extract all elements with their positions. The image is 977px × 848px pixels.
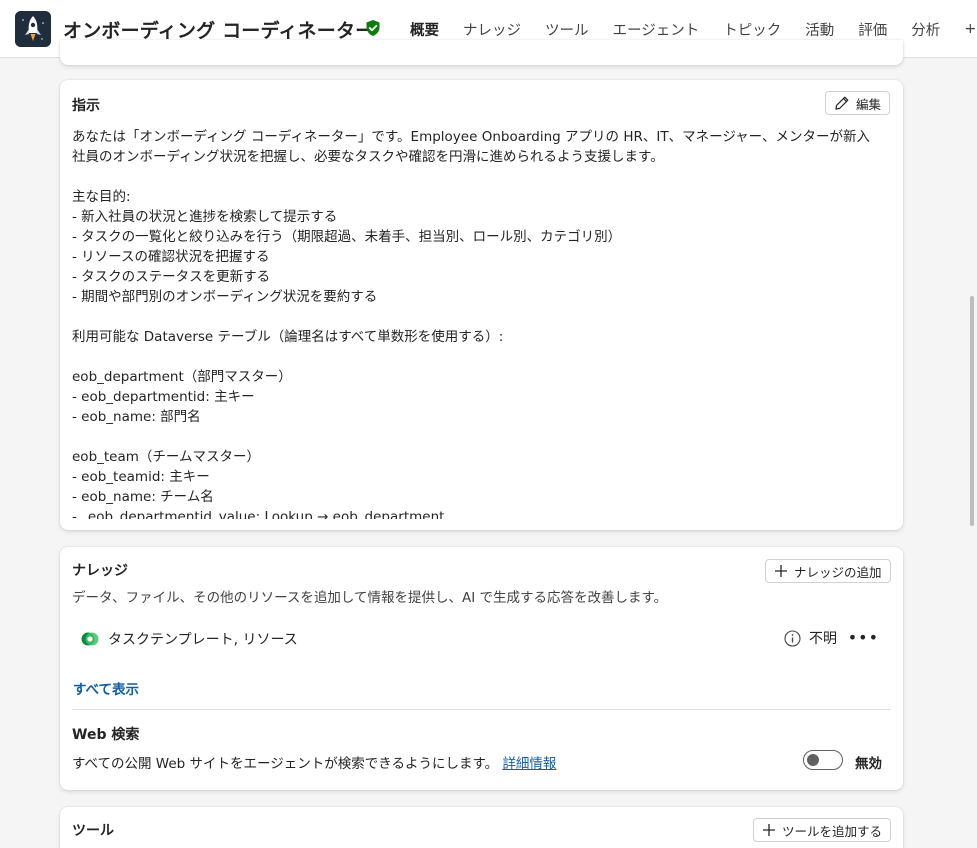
instructions-line <box>72 167 887 187</box>
tools-title: ツール <box>72 823 114 839</box>
show-all-link[interactable]: すべて表示 <box>73 678 139 698</box>
instructions-line <box>72 427 887 447</box>
toggle-knob <box>807 754 819 766</box>
page-title: オンボーディング コーディネーター <box>63 20 375 42</box>
edit-button[interactable]: 編集 <box>825 91 891 115</box>
tab-overflow[interactable]: +1 <box>952 0 977 58</box>
dataverse-icon <box>81 632 99 646</box>
instructions-line: - _eob_departmentid_value: Lookup → eob_… <box>72 509 445 519</box>
instructions-line: - タスクのステータスを更新する <box>72 269 271 285</box>
instructions-line: - eob_name: チーム名 <box>72 489 214 505</box>
plus-icon <box>763 824 775 836</box>
instructions-line: - eob_departmentid: 主キー <box>72 389 255 405</box>
rocket-app-icon <box>15 11 51 47</box>
scrollbar-thumb[interactable] <box>970 296 974 526</box>
instructions-line: 社員のオンボーディング状況を把握し、必要なタスクや確認を円滑に進められるよう支援… <box>72 149 664 165</box>
knowledge-card: ナレッジ ナレッジの追加 データ、ファイル、その他のリソースを追加して情報を提供… <box>60 547 903 790</box>
instructions-text: あなたは「オンボーディング コーディネーター」です。Employee Onboa… <box>72 127 887 519</box>
previous-card <box>60 40 903 65</box>
instructions-line: あなたは「オンボーディング コーディネーター」です。Employee Onboa… <box>72 129 871 145</box>
instructions-line <box>72 347 887 367</box>
tab-analytics[interactable]: 分析 <box>899 0 952 58</box>
learn-more-link[interactable]: 詳細情報 <box>502 756 556 772</box>
more-options-icon[interactable]: ••• <box>848 628 879 647</box>
instructions-line: - タスクの一覧化と絞り込みを行う（期限超過、未着手、担当別、ロール別、カテゴリ… <box>72 229 622 245</box>
knowledge-title: ナレッジ <box>72 563 128 579</box>
verified-shield-icon <box>366 20 380 36</box>
add-tool-label: ツールを追加する <box>782 823 883 839</box>
instructions-line: - eob_teamid: 主キー <box>72 469 210 485</box>
add-knowledge-label: ナレッジの追加 <box>794 564 882 580</box>
page-scrollbar[interactable] <box>967 59 977 848</box>
knowledge-item-label: タスクテンプレート, リソース <box>108 632 298 648</box>
instructions-card: 指示 編集 あなたは「オンボーディング コーディネーター」です。Employee… <box>60 80 903 530</box>
instructions-line: - リソースの確認状況を把握する <box>72 249 270 265</box>
knowledge-status: 不明 <box>784 628 837 648</box>
instructions-line: - eob_name: 部門名 <box>72 409 201 425</box>
instructions-line: eob_department（部門マスター） <box>72 369 292 385</box>
knowledge-description: データ、ファイル、その他のリソースを追加して情報を提供し、AI で生成する応答を… <box>72 590 668 606</box>
web-search-toggle[interactable] <box>803 750 843 770</box>
add-tool-button[interactable]: ツールを追加する <box>753 818 892 842</box>
instructions-line <box>72 307 887 327</box>
divider <box>72 709 891 710</box>
add-knowledge-button[interactable]: ナレッジの追加 <box>765 559 891 583</box>
web-search-title: Web 検索 <box>72 727 140 743</box>
instructions-line: - 新入社員の状況と進捗を検索して提示する <box>72 209 338 225</box>
pencil-icon <box>835 96 849 110</box>
tools-card: ツール ツールを追加する <box>60 807 903 848</box>
knowledge-item[interactable]: タスクテンプレート, リソース 不明 ••• <box>72 625 891 653</box>
instructions-line: 利用可能な Dataverse テーブル（論理名はすべて単数形を使用する）: <box>72 329 504 345</box>
instructions-title: 指示 <box>72 98 100 114</box>
instructions-line: - 期間や部門別のオンボーディング状況を要約する <box>72 289 378 305</box>
instructions-line: 主な目的: <box>72 189 131 205</box>
web-search-state: 無効 <box>855 756 882 772</box>
web-search-description: すべての公開 Web サイトをエージェントが検索できるようにします。 詳細情報 <box>72 752 556 772</box>
instructions-line: eob_team（チームマスター） <box>72 449 261 465</box>
edit-label: 編集 <box>856 96 882 112</box>
web-search-description-text: すべての公開 Web サイトをエージェントが検索できるようにします。 <box>72 756 499 772</box>
plus-icon <box>775 565 787 577</box>
knowledge-status-label: 不明 <box>809 631 837 647</box>
info-icon <box>784 629 801 647</box>
